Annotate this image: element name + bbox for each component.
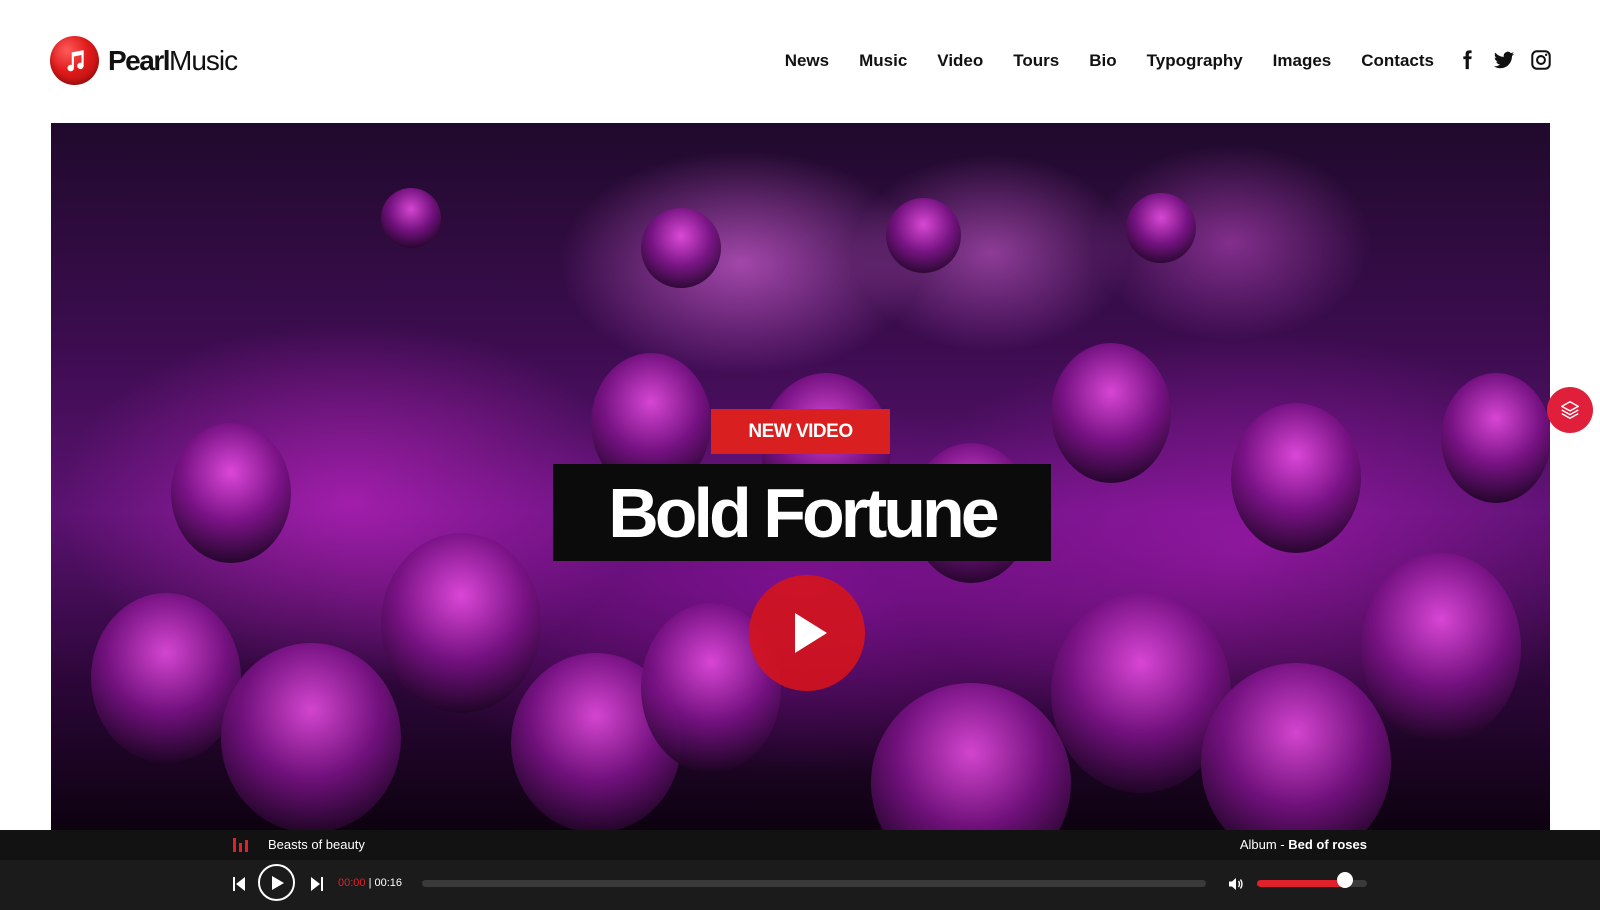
side-panel-button[interactable] <box>1547 387 1593 433</box>
skip-forward-icon <box>311 877 323 891</box>
nav-item-contacts[interactable]: Contacts <box>1361 50 1434 72</box>
duration: 00:16 <box>374 877 403 889</box>
volume-slider-handle[interactable] <box>1337 872 1353 888</box>
album-info: Album - Bed of roses <box>1239 837 1367 852</box>
twitter-icon[interactable] <box>1493 49 1515 71</box>
main-nav: News Music Video Tours Bio Typography Im… <box>755 50 1434 72</box>
social-links <box>1441 49 1552 71</box>
nav-item-music[interactable]: Music <box>859 50 907 72</box>
play-icon <box>795 613 827 653</box>
track-title: Beasts of beauty <box>268 837 365 852</box>
play-icon <box>271 875 284 890</box>
music-note-icon <box>50 36 99 85</box>
brand-logo[interactable]: PearlMusic <box>50 36 238 85</box>
brand-name: PearlMusic <box>108 44 238 76</box>
play-pause-button[interactable] <box>258 864 295 901</box>
seek-bar[interactable] <box>422 880 1206 887</box>
previous-track-button[interactable] <box>232 877 246 891</box>
instagram-icon[interactable] <box>1530 49 1552 71</box>
play-video-button[interactable] <box>749 575 865 691</box>
playback-time: 00:00 | 00:16 <box>338 877 403 889</box>
new-video-badge: NEW VIDEO <box>711 409 890 454</box>
album-name: Bed of roses <box>1288 837 1367 852</box>
nav-item-news[interactable]: News <box>785 50 829 72</box>
next-track-button[interactable] <box>310 877 324 891</box>
nav-item-images[interactable]: Images <box>1273 50 1332 72</box>
nav-item-video[interactable]: Video <box>937 50 983 72</box>
facebook-icon[interactable] <box>1456 49 1478 71</box>
nav-item-typography[interactable]: Typography <box>1147 50 1243 72</box>
site-header: PearlMusic News Music Video Tours Bio Ty… <box>0 0 1600 123</box>
skip-back-icon <box>233 877 245 891</box>
nav-item-tours[interactable]: Tours <box>1013 50 1059 72</box>
volume-slider-fill <box>1257 880 1345 887</box>
layers-icon <box>1561 401 1579 419</box>
equalizer-icon <box>233 838 250 852</box>
nav-item-bio[interactable]: Bio <box>1089 50 1116 72</box>
current-time: 00:00 <box>338 877 366 889</box>
volume-icon[interactable] <box>1228 876 1244 892</box>
hero-title: Bold Fortune <box>553 464 1051 561</box>
